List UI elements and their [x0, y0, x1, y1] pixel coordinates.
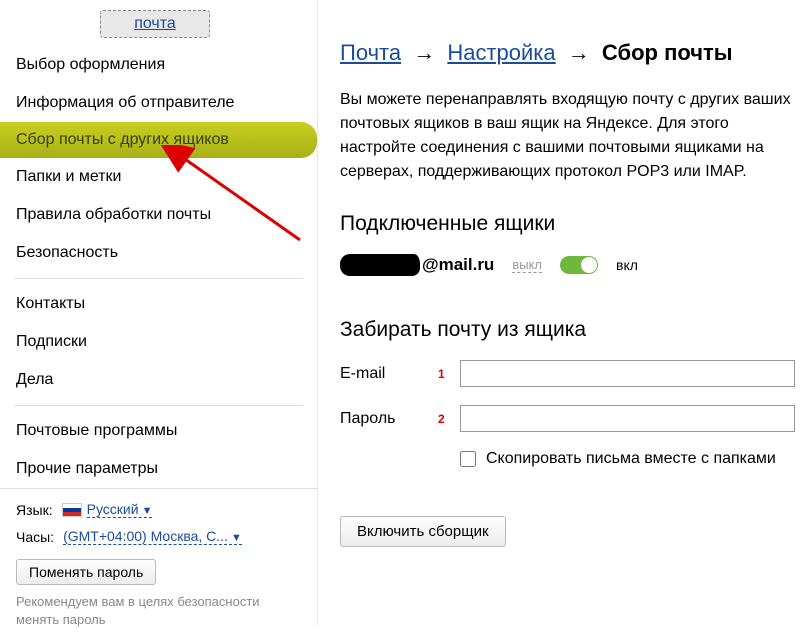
toggle-knob — [581, 257, 597, 273]
sidebar-item-mail-programs[interactable]: Почтовые программы — [0, 412, 317, 450]
breadcrumb-current: Сбор почты — [602, 40, 733, 65]
sidebar-item-tasks[interactable]: Дела — [0, 361, 317, 399]
chevron-down-icon: ▼ — [142, 505, 153, 517]
sidebar-item-security[interactable]: Безопасность — [0, 234, 317, 272]
chevron-down-icon: ▼ — [231, 532, 242, 544]
sidebar-divider — [14, 278, 303, 279]
clock-label: Часы: — [16, 529, 54, 545]
copy-folders-label: Скопировать письма вместе с папками — [486, 450, 776, 468]
breadcrumb-settings-link[interactable]: Настройка — [447, 40, 555, 65]
sidebar-item-folders-labels[interactable]: Папки и метки — [0, 158, 317, 196]
lang-dropdown[interactable]: Русский▼ — [87, 501, 153, 518]
email-row: E-mail 1 — [340, 360, 795, 387]
ru-flag-icon — [62, 503, 82, 517]
copy-folders-checkbox[interactable] — [460, 451, 476, 467]
mailbox-domain: @mail.ru — [422, 255, 494, 275]
connected-mailbox-row: @mail.ru выкл вкл — [340, 254, 795, 276]
copy-folders-row: Скопировать письма вместе с папками — [460, 450, 795, 468]
change-password-button[interactable]: Поменять пароль — [16, 559, 156, 585]
breadcrumb-arrow-icon: → — [568, 40, 590, 65]
mailbox-toggle[interactable] — [560, 256, 598, 274]
email-field[interactable] — [460, 360, 795, 387]
password-label: Пароль — [340, 410, 438, 428]
sidebar-item-other-params[interactable]: Прочие параметры — [0, 450, 317, 488]
sidebar-item-design[interactable]: Выбор оформления — [0, 46, 317, 84]
redacted-username — [340, 254, 420, 276]
password-field[interactable] — [460, 405, 795, 432]
lang-label: Язык: — [16, 502, 53, 518]
enable-collector-button[interactable]: Включить сборщик — [340, 516, 506, 547]
sidebar-footer: Язык: Русский▼ Часы: (GMT+04:00) Москва,… — [0, 488, 317, 641]
main-content: Почта → Настройка → Сбор почты Вы можете… — [318, 0, 807, 625]
sidebar-item-sender-info[interactable]: Информация об отправителе — [0, 84, 317, 122]
sidebar-item-contacts[interactable]: Контакты — [0, 285, 317, 323]
connected-mailboxes-heading: Подключенные ящики — [340, 212, 795, 236]
password-recommendation: Рекомендуем вам в целях безопасности мен… — [16, 593, 301, 629]
settings-sidebar: почта Выбор оформления Информация об отп… — [0, 0, 318, 625]
sidebar-item-collect-mail[interactable]: Сбор почты с других ящиков — [0, 122, 317, 158]
annotation-number-1: 1 — [438, 367, 460, 381]
toggle-off-label[interactable]: выкл — [512, 257, 542, 273]
breadcrumb-arrow-icon: → — [413, 40, 435, 65]
breadcrumb: Почта → Настройка → Сбор почты — [340, 40, 795, 66]
collect-mail-heading: Забирать почту из ящика — [340, 318, 795, 342]
timezone-dropdown[interactable]: (GMT+04:00) Москва, С...▼ — [63, 528, 242, 545]
sidebar-divider — [14, 405, 303, 406]
sidebar-item-subscriptions[interactable]: Подписки — [0, 323, 317, 361]
mail-tab[interactable]: почта — [100, 10, 210, 38]
email-label: E-mail — [340, 365, 438, 383]
toggle-on-label: вкл — [616, 257, 638, 273]
breadcrumb-mail-link[interactable]: Почта — [340, 40, 401, 65]
page-description: Вы можете перенаправлять входящую почту … — [340, 88, 795, 184]
sidebar-item-processing-rules[interactable]: Правила обработки почты — [0, 196, 317, 234]
password-row: Пароль 2 — [340, 405, 795, 432]
mailbox-email: @mail.ru — [340, 254, 494, 276]
annotation-number-2: 2 — [438, 412, 460, 426]
